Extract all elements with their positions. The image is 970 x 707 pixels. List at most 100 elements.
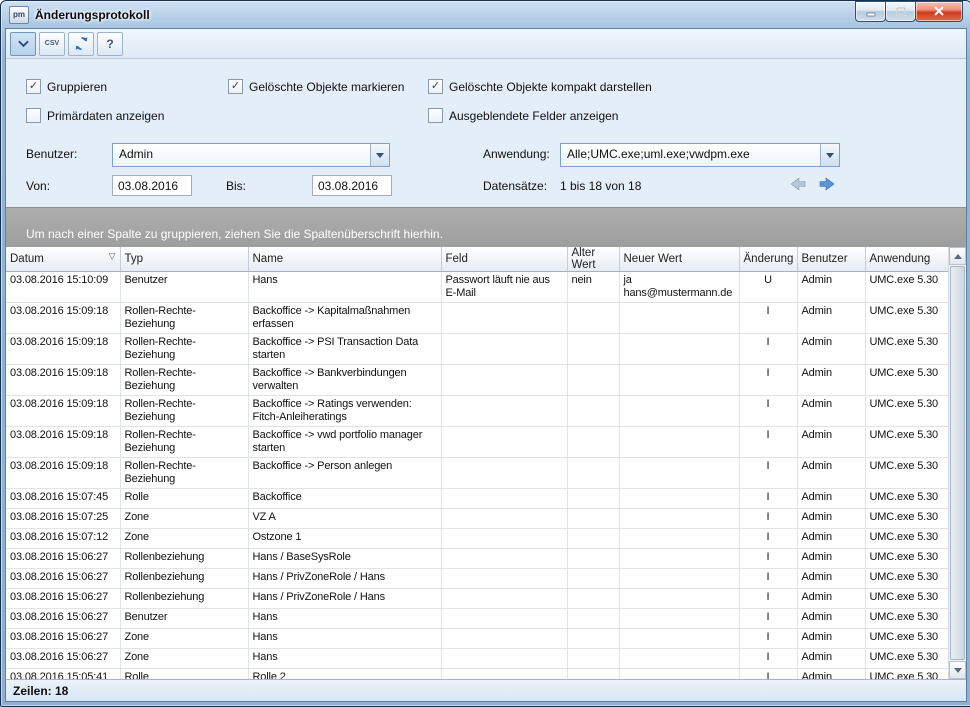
cell-name: Hans: [248, 609, 441, 629]
column-header-benutzer[interactable]: Benutzer: [797, 247, 865, 272]
next-page-button[interactable]: [817, 176, 837, 192]
cell-feld: [441, 365, 567, 396]
checkbox-box[interactable]: ✓: [428, 79, 443, 94]
cell-aenderung: I: [739, 589, 797, 609]
checkbox-box[interactable]: ✓: [26, 79, 41, 94]
table-row[interactable]: 03.08.2016 15:09:18Rollen-Rechte-Beziehu…: [6, 427, 951, 458]
table-row[interactable]: 03.08.2016 15:06:27RollenbeziehungHans /…: [6, 569, 951, 589]
table-row[interactable]: 03.08.2016 15:07:12ZoneOstzone 1IAdminUM…: [6, 529, 951, 549]
checkbox-primaerdaten-anzeigen[interactable]: Primärdaten anzeigen: [26, 108, 164, 123]
table-row[interactable]: 03.08.2016 15:10:09BenutzerHansPasswort …: [6, 272, 951, 303]
cell-anwendung: UMC.exe 5.30: [865, 529, 951, 549]
cell-typ: Zone: [120, 529, 248, 549]
column-header-feld[interactable]: Feld: [441, 247, 567, 272]
column-header-neuer-wert[interactable]: Neuer Wert: [619, 247, 739, 272]
table-row[interactable]: 03.08.2016 15:09:18Rollen-Rechte-Beziehu…: [6, 458, 951, 489]
cell-aenderung: I: [739, 649, 797, 669]
cell-aenderung: I: [739, 396, 797, 427]
table-row[interactable]: 03.08.2016 15:06:27RollenbeziehungHans /…: [6, 589, 951, 609]
scroll-down-button[interactable]: [949, 661, 966, 679]
cell-anwendung: UMC.exe 5.30: [865, 589, 951, 609]
table-row[interactable]: 03.08.2016 15:06:27ZoneHansIAdminUMC.exe…: [6, 629, 951, 649]
csv-export-button[interactable]: CSV: [39, 32, 65, 56]
table-row[interactable]: 03.08.2016 15:06:27ZoneHansIAdminUMC.exe…: [6, 649, 951, 669]
cell-typ: Rollen-Rechte-Beziehung: [120, 365, 248, 396]
title-bar[interactable]: pm Änderungsprotokoll: [1, 1, 970, 28]
column-header-anwendung[interactable]: Anwendung: [865, 247, 951, 272]
collapse-panel-button[interactable]: [10, 32, 36, 56]
column-header-label: Feld: [446, 253, 468, 265]
cell-feld: [441, 489, 567, 509]
vertical-scrollbar[interactable]: [948, 247, 966, 679]
column-header-typ[interactable]: Typ: [120, 247, 248, 272]
help-button[interactable]: ?: [97, 32, 123, 56]
bis-date-input[interactable]: [312, 175, 392, 196]
cell-anwendung: UMC.exe 5.30: [865, 303, 951, 334]
chevron-down-icon: [954, 668, 962, 673]
table-row[interactable]: 03.08.2016 15:07:25ZoneVZ AIAdminUMC.exe…: [6, 509, 951, 529]
anwendung-dropdown[interactable]: Alle;UMC.exe;uml.exe;vwdpm.exe: [560, 143, 840, 167]
cell-anwendung: UMC.exe 5.30: [865, 272, 951, 303]
cell-datum: 03.08.2016 15:07:25: [6, 509, 120, 529]
refresh-button[interactable]: [68, 32, 94, 56]
checkbox-box[interactable]: [428, 108, 443, 123]
cell-aenderung: I: [739, 569, 797, 589]
von-date-input[interactable]: [112, 175, 192, 196]
cell-anwendung: UMC.exe 5.30: [865, 509, 951, 529]
cell-typ: Rolle: [120, 489, 248, 509]
checkbox-box[interactable]: [26, 108, 41, 123]
column-header-label: Typ: [125, 253, 144, 265]
app-icon: pm: [9, 6, 29, 24]
cell-aenderung: I: [739, 549, 797, 569]
cell-anwendung: UMC.exe 5.30: [865, 489, 951, 509]
checkbox-geloeschte-objekte-markieren[interactable]: ✓ Gelöschte Objekte markieren: [228, 79, 404, 94]
cell-feld: [441, 396, 567, 427]
cell-datum: 03.08.2016 15:06:27: [6, 589, 120, 609]
column-header-aenderung[interactable]: Änderung: [739, 247, 797, 272]
benutzer-dropdown-value: Admin: [113, 144, 370, 166]
close-button[interactable]: [915, 1, 963, 22]
checkbox-ausgeblendete-felder[interactable]: Ausgeblendete Felder anzeigen: [428, 108, 618, 123]
table-row[interactable]: 03.08.2016 15:09:18Rollen-Rechte-Beziehu…: [6, 303, 951, 334]
cell-alter-wert: [567, 396, 619, 427]
group-by-bar[interactable]: Um nach einer Spalte zu gruppieren, zieh…: [6, 207, 966, 247]
column-header-alter-wert[interactable]: Alter Wert: [567, 247, 619, 272]
cell-alter-wert: [567, 303, 619, 334]
checkbox-geloeschte-objekte-kompakt[interactable]: ✓ Gelöschte Objekte kompakt darstellen: [428, 79, 652, 94]
toolbar: CSV ?: [6, 29, 966, 59]
table-row[interactable]: 03.08.2016 15:09:18Rollen-Rechte-Beziehu…: [6, 396, 951, 427]
table-row[interactable]: 03.08.2016 15:06:27BenutzerHansIAdminUMC…: [6, 609, 951, 629]
cell-name: Backoffice -> Kapitalmaßnahmen erfassen: [248, 303, 441, 334]
previous-page-button[interactable]: [788, 176, 808, 192]
scroll-up-button[interactable]: [949, 247, 966, 265]
cell-benutzer: Admin: [797, 589, 865, 609]
table-row[interactable]: 03.08.2016 15:07:45RolleBackofficeIAdmin…: [6, 489, 951, 509]
cell-datum: 03.08.2016 15:09:18: [6, 396, 120, 427]
cell-benutzer: Admin: [797, 272, 865, 303]
cell-alter-wert: [567, 669, 619, 680]
checkbox-gruppieren[interactable]: ✓ Gruppieren: [26, 79, 107, 94]
anwendung-dropdown-button[interactable]: [820, 144, 839, 166]
cell-datum: 03.08.2016 15:06:27: [6, 569, 120, 589]
maximize-button[interactable]: [885, 1, 916, 22]
benutzer-dropdown-button[interactable]: [370, 144, 389, 166]
column-header-datum[interactable]: Datum▽: [6, 247, 120, 272]
cell-benutzer: Admin: [797, 529, 865, 549]
cell-benutzer: Admin: [797, 569, 865, 589]
table-row[interactable]: 03.08.2016 15:09:18Rollen-Rechte-Beziehu…: [6, 365, 951, 396]
cell-feld: [441, 629, 567, 649]
cell-typ: Rollenbeziehung: [120, 569, 248, 589]
checkbox-box[interactable]: ✓: [228, 79, 243, 94]
cell-alter-wert: [567, 629, 619, 649]
chevron-down-icon: [376, 153, 384, 158]
cell-neuer-wert: [619, 569, 739, 589]
scrollbar-thumb[interactable]: [950, 266, 965, 660]
minimize-button[interactable]: [855, 1, 886, 22]
cell-datum: 03.08.2016 15:06:27: [6, 549, 120, 569]
table-row[interactable]: 03.08.2016 15:05:41RolleRolle 2IAdminUMC…: [6, 669, 951, 680]
column-header-name[interactable]: Name: [248, 247, 441, 272]
table-row[interactable]: 03.08.2016 15:06:27RollenbeziehungHans /…: [6, 549, 951, 569]
table-row[interactable]: 03.08.2016 15:09:18Rollen-Rechte-Beziehu…: [6, 334, 951, 365]
benutzer-dropdown[interactable]: Admin: [112, 143, 390, 167]
checkbox-label: Gruppieren: [47, 80, 107, 94]
